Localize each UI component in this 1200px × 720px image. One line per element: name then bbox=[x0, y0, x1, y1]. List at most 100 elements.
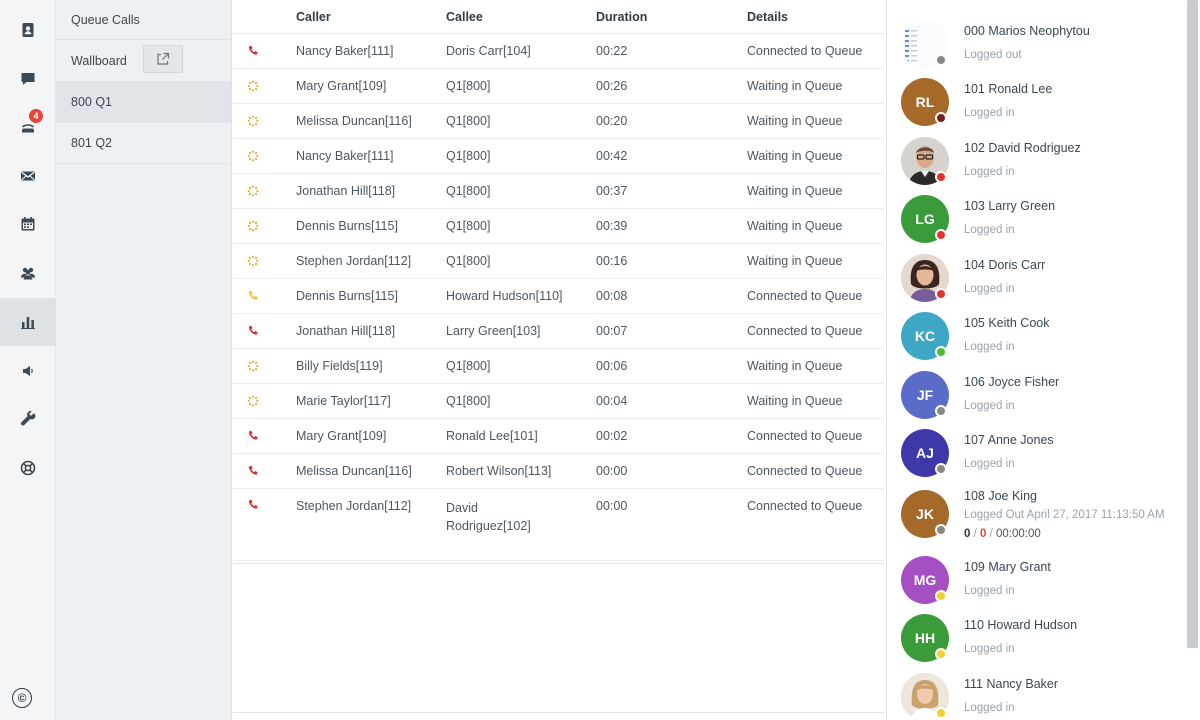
wallboard-open-button[interactable] bbox=[143, 45, 183, 73]
presence-status-dot bbox=[935, 405, 947, 417]
avatar-initials: JK bbox=[916, 506, 934, 522]
details-cell: Connected to Queue bbox=[747, 499, 863, 513]
contacts-icon bbox=[22, 23, 34, 37]
table-row[interactable]: Melissa Duncan[116] Q1[800] 00:20 Waiting i… bbox=[233, 104, 885, 139]
details-cell: Waiting in Queue bbox=[747, 219, 843, 233]
callee-cell: Q1[800] bbox=[446, 149, 491, 163]
agent-item[interactable]: RL 101 Ronald Lee Logged in bbox=[887, 78, 1187, 136]
avatar-initials: KC bbox=[914, 328, 936, 344]
rail-people[interactable] bbox=[0, 249, 56, 297]
call-state-cell bbox=[233, 45, 296, 57]
presence-status-dot bbox=[935, 54, 947, 66]
presence-status-dot bbox=[935, 346, 947, 358]
rail-contacts[interactable] bbox=[0, 6, 56, 54]
agent-item[interactable]: 111 Nancy Baker Logged in bbox=[887, 673, 1187, 720]
table-row[interactable]: Mary Grant[109] Ronald Lee[101] 00:02 Conne… bbox=[233, 419, 885, 454]
agent-status: Logged in bbox=[964, 166, 1015, 178]
caller-cell: Dennis Burns[115] bbox=[296, 219, 398, 233]
rail-announcements[interactable] bbox=[0, 347, 56, 395]
call-state-cell bbox=[233, 430, 296, 442]
call-state-cell bbox=[233, 395, 296, 407]
callee-cell: Doris Carr[104] bbox=[446, 44, 531, 58]
avatar-initials: JF bbox=[916, 387, 934, 403]
waiting-icon bbox=[247, 395, 259, 407]
phone-connected-icon bbox=[248, 465, 258, 475]
rail-reports[interactable] bbox=[0, 298, 56, 346]
table-row[interactable]: Dennis Burns[115] Q1[800] 00:39 Waiting in … bbox=[233, 209, 885, 244]
table-row[interactable]: Stephen Jordan[112] David Rodriguez[102] 0… bbox=[233, 489, 885, 561]
agent-name: 105 Keith Cook bbox=[964, 316, 1050, 330]
duration-cell: 00:37 bbox=[596, 184, 628, 198]
callee-cell: David Rodriguez[102] bbox=[446, 501, 531, 533]
header-caller[interactable]: Caller bbox=[296, 10, 446, 24]
duration-cell: 00:26 bbox=[596, 79, 628, 93]
duration-cell: 00:20 bbox=[596, 114, 628, 128]
agent-item[interactable]: AJ 107 Anne Jones Logged in bbox=[887, 429, 1187, 487]
agent-item[interactable]: JK 108 Joe King Logged Out April 27, 2017 … bbox=[887, 488, 1187, 546]
table-row[interactable]: Melissa Duncan[116] Robert Wilson[113] 00:… bbox=[233, 454, 885, 489]
agent-name: 103 Larry Green bbox=[964, 199, 1056, 213]
subnav-queue-801[interactable]: 801 Q2 bbox=[56, 123, 231, 164]
caller-cell: Nancy Baker[111] bbox=[296, 44, 394, 58]
agent-item[interactable]: 000 Marios Neophytou Logged out bbox=[887, 20, 1187, 78]
rail-calendar[interactable] bbox=[0, 200, 56, 248]
details-cell: Connected to Queue bbox=[747, 464, 863, 478]
agent-name: 108 Joe King bbox=[964, 489, 1037, 503]
table-row[interactable]: Billy Fields[119] Q1[800] 00:06 Waiting in … bbox=[233, 349, 885, 384]
table-row[interactable]: Mary Grant[109] Q1[800] 00:26 Waiting in Qu… bbox=[233, 69, 885, 104]
rail-mail[interactable] bbox=[0, 152, 56, 200]
presence-status-dot bbox=[935, 590, 947, 602]
agent-name: 102 David Rodriguez bbox=[964, 141, 1081, 155]
details-cell: Connected to Queue bbox=[747, 289, 863, 303]
duration-cell: 00:02 bbox=[596, 429, 628, 443]
agent-status: Logged Out April 27, 2017 11:13:50 AM bbox=[964, 509, 1165, 521]
table-row[interactable]: Jonathan Hill[118] Larry Green[103] 00:07 C… bbox=[233, 314, 885, 349]
app-icon-rail: 4 © bbox=[0, 0, 56, 720]
calendar-icon bbox=[21, 217, 35, 231]
header-duration[interactable]: Duration bbox=[596, 10, 747, 24]
avatar-initials: AJ bbox=[916, 445, 934, 461]
calls-table: Caller Callee Duration Details Nancy Bak… bbox=[233, 0, 885, 564]
wallboard-label: Wallboard bbox=[71, 53, 127, 68]
presence-status-dot bbox=[935, 524, 947, 536]
avatar-initials: LG bbox=[915, 211, 935, 227]
table-row[interactable]: Stephen Jordan[112] Q1[800] 00:16 Waiting i… bbox=[233, 244, 885, 279]
copyright-icon[interactable]: © bbox=[12, 688, 32, 708]
panel-footer-divider bbox=[233, 712, 885, 713]
calls-table-header: Caller Callee Duration Details bbox=[233, 0, 885, 34]
agent-status: Logged out bbox=[964, 49, 1022, 61]
agent-item[interactable]: HH 110 Howard Hudson Logged in bbox=[887, 614, 1187, 672]
calls-table-body: Nancy Baker[111] Doris Carr[104] 00:22 Conn… bbox=[233, 34, 885, 561]
header-callee[interactable]: Callee bbox=[446, 8, 596, 26]
agent-status: Logged in bbox=[964, 458, 1015, 470]
table-row[interactable]: Nancy Baker[111] Doris Carr[104] 00:22 Conn… bbox=[233, 34, 885, 69]
phone-connected-icon bbox=[248, 325, 258, 335]
table-row[interactable]: Dennis Burns[115] Howard Hudson[110] 00:08… bbox=[233, 279, 885, 314]
rail-calls[interactable]: 4 bbox=[0, 103, 56, 151]
phone-connected-icon bbox=[248, 45, 258, 55]
rail-chat[interactable] bbox=[0, 55, 56, 103]
agent-item[interactable]: LG 103 Larry Green Logged in bbox=[887, 195, 1187, 253]
table-row[interactable]: Jonathan Hill[118] Q1[800] 00:37 Waiting in… bbox=[233, 174, 885, 209]
agents-scrollbar[interactable] bbox=[1187, 0, 1198, 648]
table-row[interactable]: Nancy Baker[111] Q1[800] 00:42 Waiting in Q… bbox=[233, 139, 885, 174]
subnav-queue-calls[interactable]: Queue Calls bbox=[56, 0, 231, 40]
rail-settings[interactable] bbox=[0, 395, 56, 443]
agent-item[interactable]: 102 David Rodriguez Logged in bbox=[887, 137, 1187, 195]
agent-item[interactable]: 104 Doris Carr Logged in bbox=[887, 254, 1187, 312]
rail-help[interactable] bbox=[0, 444, 56, 492]
header-details[interactable]: Details bbox=[747, 10, 885, 24]
agent-status: Logged in bbox=[964, 107, 1015, 119]
agent-item[interactable]: JF 106 Joyce Fisher Logged in bbox=[887, 371, 1187, 429]
duration-cell: 00:06 bbox=[596, 359, 628, 373]
subnav-wallboard[interactable]: Wallboard bbox=[56, 40, 231, 82]
caller-cell: Dennis Burns[115] bbox=[296, 289, 398, 303]
callee-cell: Q1[800] bbox=[446, 114, 491, 128]
agent-item[interactable]: MG 109 Mary Grant Logged in bbox=[887, 556, 1187, 614]
waiting-icon bbox=[247, 255, 259, 267]
caller-cell: Mary Grant[109] bbox=[296, 79, 387, 93]
table-row[interactable]: Marie Taylor[117] Q1[800] 00:04 Waiting in … bbox=[233, 384, 885, 419]
agent-item[interactable]: KC 105 Keith Cook Logged in bbox=[887, 312, 1187, 370]
people-icon bbox=[21, 267, 35, 280]
subnav-queue-800[interactable]: 800 Q1 bbox=[56, 82, 231, 123]
